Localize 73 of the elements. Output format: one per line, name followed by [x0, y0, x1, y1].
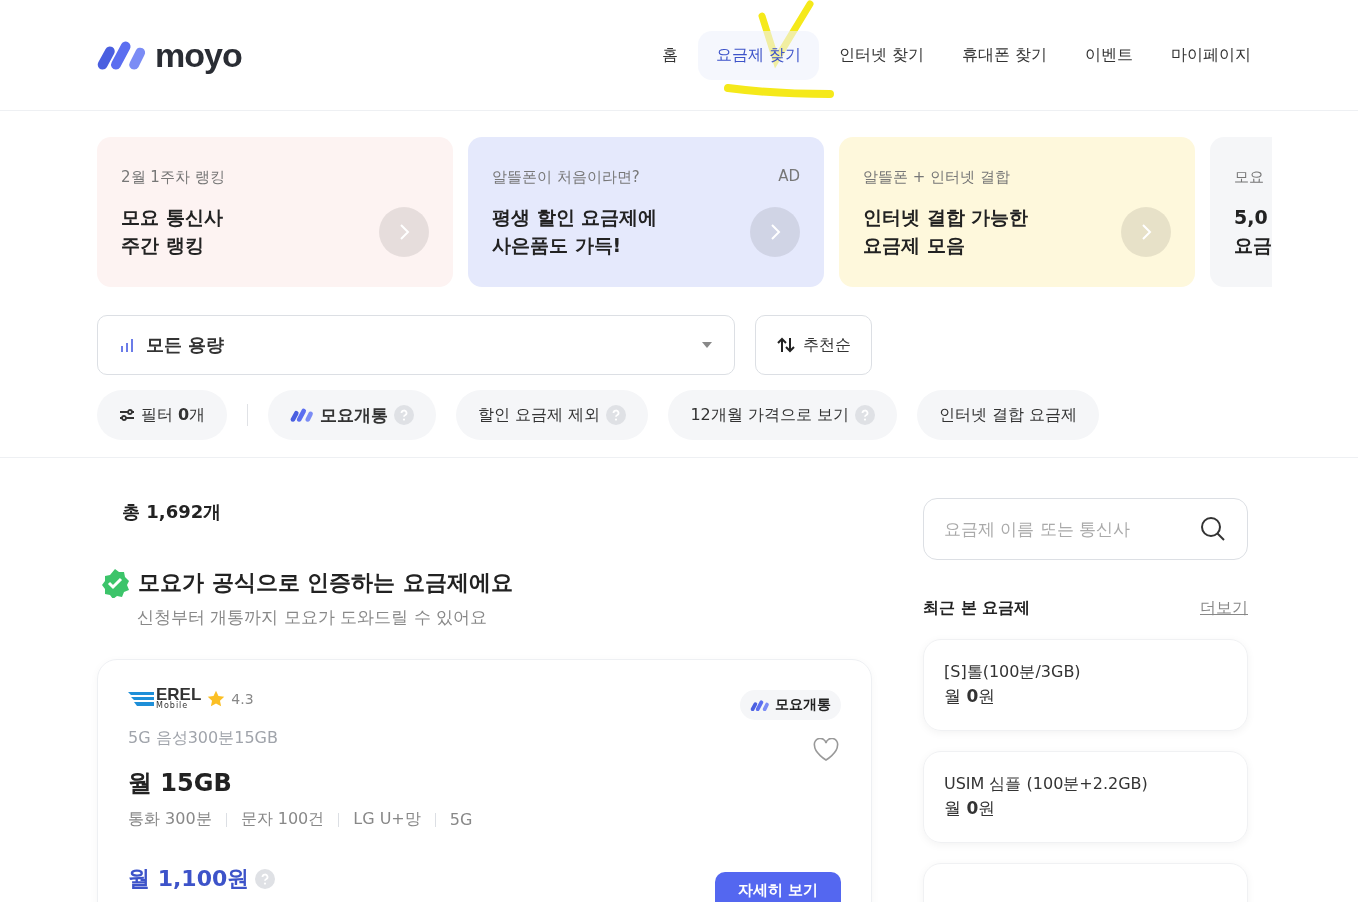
plan-spec: 5G [449, 810, 473, 829]
ad-label: AD [778, 167, 800, 185]
nav-link[interactable]: 홈 [643, 30, 696, 80]
help-icon [255, 869, 276, 889]
sort-icon [776, 337, 795, 353]
provider-logo: EREL [156, 688, 202, 702]
filter-icon [119, 407, 135, 423]
recent-plan-name: USIM 심플 (100분+2.2GB) [944, 774, 1149, 795]
plan-spec: 문자 100건 [240, 809, 325, 830]
section-subtitle: 신청부터 개통까지 모요가 도와드릴 수 있어요 [137, 606, 489, 629]
banner-eyebrow: 알뜰폰 + 인터넷 결합 [863, 168, 1010, 187]
filter-chip[interactable]: 모요개통 [268, 390, 437, 440]
banner-eyebrow: 알뜰폰이 처음이라면? [492, 168, 640, 187]
chevron-icon [768, 223, 782, 241]
banner-eyebrow: 모요 [1234, 168, 1264, 187]
banner-title: 평생 할인 요금제에 사은품도 가득! [492, 205, 658, 258]
recent-plan-card[interactable]: [S]톨(100분/3GB) 월 0원 [923, 639, 1248, 731]
plan-spec: 통화 300분 [128, 809, 212, 830]
nav-link[interactable]: 요금제 찾기 [697, 30, 819, 80]
chevron-icon [1139, 223, 1153, 241]
bar-chart-icon [120, 338, 134, 352]
recent-plan-name: [S]톨(100분/3GB) [944, 662, 1082, 683]
moyo-badge: 모요개통 [740, 690, 841, 720]
star-icon [207, 690, 226, 708]
plan-name: 5G 음성300분15GB [128, 728, 279, 749]
search-field[interactable]: 요금제 이름 또는 통신사 [923, 498, 1248, 560]
nav-link[interactable]: 인터넷 찾기 [820, 30, 942, 80]
rating-text: 4.3 [231, 691, 254, 707]
help-icon [606, 405, 627, 425]
caret-icon [702, 342, 712, 348]
wing-icon [128, 691, 154, 707]
more-link[interactable]: 더보기 [1200, 598, 1248, 619]
verified-icon [100, 568, 130, 598]
total-count: 총 1,692개 [122, 500, 223, 524]
chevron-icon [397, 223, 411, 241]
recent-plan-price: 월 0원 [944, 685, 997, 708]
banner-title: 모요 통신사 주간 랭킹 [121, 205, 223, 258]
plan-data: 월 15GB [128, 768, 233, 799]
logo-icon [750, 698, 770, 712]
recent-plan-price: 월 0원 [944, 797, 997, 820]
logo-icon [290, 407, 315, 423]
promo-banner[interactable]: 알뜰폰 + 인터넷 결합 인터넷 결합 가능한 요금제 모음 [839, 137, 1195, 287]
promo-banner[interactable]: 모요 5,0 요금 [1210, 137, 1272, 287]
provider-logo-sub: Mobile [156, 702, 189, 710]
nav-link[interactable]: 마이페이지 [1153, 30, 1269, 80]
heart-icon[interactable] [813, 738, 839, 762]
recent-title: 최근 본 요금제 [923, 598, 1031, 619]
data-dropdown[interactable]: 모든 용량 [97, 315, 735, 375]
banner-title: 5,0 요금 [1234, 205, 1272, 258]
arrow-button[interactable] [1121, 207, 1171, 257]
recent-plan-card[interactable]: USIM 심플 (100분+2.2GB) 월 0원 [923, 751, 1248, 843]
search-icon [1200, 516, 1226, 542]
nav-link[interactable]: 휴대폰 찾기 [943, 30, 1065, 80]
banner-eyebrow: 2월 1주차 랭킹 [121, 168, 225, 187]
logo-text[interactable]: moyo [155, 35, 242, 75]
help-icon [394, 405, 415, 425]
filter-chip[interactable]: 필터 0개 [97, 390, 228, 440]
section-title: 모요가 공식으로 인증하는 요금제에요 [138, 569, 513, 597]
nav-link[interactable]: 이벤트 [1067, 30, 1151, 80]
plan-card[interactable]: EREL Mobile 4.3 모요개통 5G 음성300분15GB 월 15GB 통화 300분 문자 100건 LG U+망 5G 월 1,100원 자세히 보기 [97, 659, 872, 902]
arrow-button[interactable] [379, 207, 429, 257]
filter-chip[interactable]: 할인 요금제 제외 [456, 390, 649, 440]
filter-chip[interactable]: 인터넷 결합 요금제 [916, 390, 1100, 440]
details-button[interactable]: 자세히 보기 [715, 872, 841, 902]
promo-banner[interactable]: 2월 1주차 랭킹 모요 통신사 주간 랭킹 [97, 137, 453, 287]
promo-banner[interactable]: 알뜰폰이 처음이라면? AD 평생 할인 요금제에 사은품도 가득! [468, 137, 824, 287]
filter-chip[interactable]: 12개월 가격으로 보기 [668, 390, 897, 440]
plan-price: 월 1,100원 [128, 865, 250, 893]
banner-title: 인터넷 결합 가능한 요금제 모음 [863, 205, 1029, 258]
arrow-button[interactable] [750, 207, 800, 257]
plan-spec: LG U+망 [353, 809, 421, 830]
sort-button[interactable]: 추천순 [755, 315, 872, 375]
help-icon [854, 405, 875, 425]
